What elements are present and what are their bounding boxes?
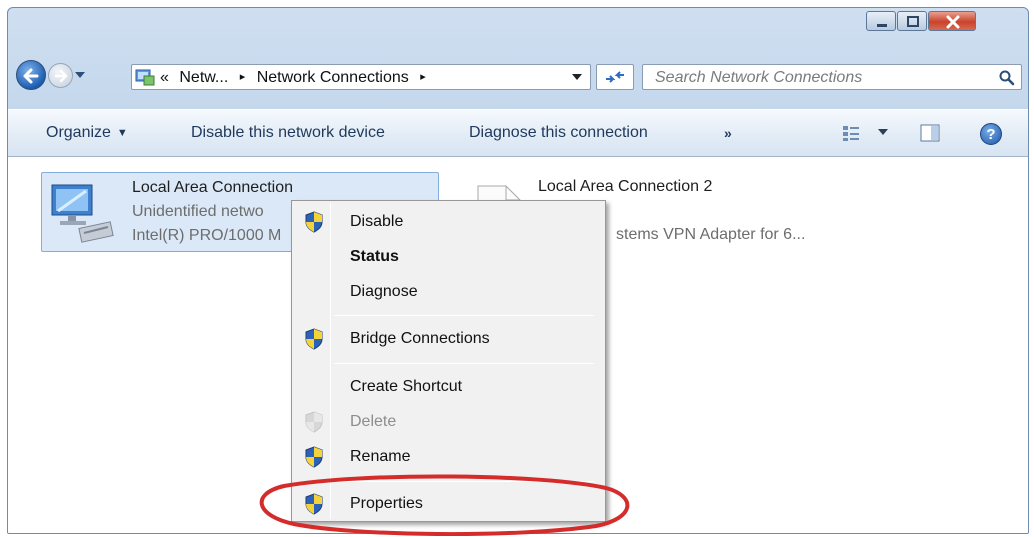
breadcrumb-overflow[interactable]: « [160,69,169,86]
menu-item-label: Delete [350,413,397,430]
address-dropdown-icon[interactable] [572,74,582,81]
connection-name: Local Area Connection 2 [538,178,713,195]
menu-item-disable[interactable]: Disable [294,206,603,238]
maximize-icon [907,16,919,27]
forward-arrow-icon [54,69,68,83]
minimize-button[interactable] [866,11,896,31]
highlight-ellipse [259,474,630,536]
back-button[interactable] [16,60,46,90]
menu-item-label: Status [350,248,399,265]
close-button[interactable] [928,11,976,31]
network-folder-icon [135,69,155,86]
search-input[interactable]: Search Network Connections [655,69,862,87]
menu-item-label: Create Shortcut [350,378,463,395]
menu-separator [334,315,594,316]
menu-item-rename[interactable]: Rename [294,441,603,473]
recent-pages-dropdown-icon[interactable] [75,72,85,79]
menu-item-create-shortcut[interactable]: Create Shortcut [294,371,603,403]
minimize-icon [877,24,887,27]
network-adapter-icon [51,184,114,243]
menu-item-bridge-connections[interactable]: Bridge Connections [294,323,603,355]
menu-separator [334,363,594,364]
connection-device: Intel(R) PRO/1000 M [132,227,282,244]
breadcrumb-item-network[interactable]: Netw... [179,69,228,86]
uac-shield-icon [305,328,323,350]
diagnose-connection-button[interactable]: Diagnose this connection [469,124,648,142]
connection-status: Unidentified netwo [132,203,264,220]
search-field[interactable]: Search Network Connections [642,64,1022,90]
menu-item-label: Diagnose [350,283,418,300]
connection-name: Local Area Connection [132,179,293,196]
back-arrow-icon [23,68,39,84]
preview-pane-icon[interactable] [920,124,940,142]
uac-shield-icon [305,446,323,468]
connection-device: stems VPN Adapter for 6... [616,226,806,243]
refresh-icon [606,71,624,83]
breadcrumb-separator[interactable]: ▸ [420,71,426,83]
help-button[interactable]: ? [980,123,1002,145]
close-icon [946,15,960,29]
address-bar[interactable]: « Netw... ▸ Network Connections ▸ [131,64,591,90]
maximize-button[interactable] [897,11,927,31]
refresh-button[interactable] [596,64,634,90]
uac-shield-icon [305,211,323,233]
menu-item-status[interactable]: Status [294,241,603,273]
disable-network-device-button[interactable]: Disable this network device [191,124,385,142]
view-options-dropdown-icon[interactable] [878,129,888,136]
menu-item-label: Rename [350,448,411,465]
menu-item-delete[interactable]: Delete [294,406,603,438]
forward-button[interactable] [48,63,73,88]
breadcrumb-separator[interactable]: ▸ [240,71,246,83]
breadcrumb-item-network-connections[interactable]: Network Connections [257,69,409,86]
menu-item-label: Disable [350,213,404,230]
menu-item-label: Bridge Connections [350,330,490,347]
change-view-icon[interactable] [842,124,860,142]
help-icon: ? [986,126,996,143]
search-icon[interactable] [999,70,1015,86]
uac-shield-icon [305,411,323,433]
more-commands-button[interactable]: » [724,125,732,141]
chevron-down-icon: ▼ [116,127,128,139]
breadcrumb: « Netw... ▸ Network Connections ▸ [160,69,433,87]
organize-label: Organize [46,124,111,141]
organize-button[interactable]: Organize ▼ [46,124,128,142]
command-bar: Organize ▼ Disable this network device Di… [8,109,1028,157]
menu-item-diagnose[interactable]: Diagnose [294,276,603,308]
